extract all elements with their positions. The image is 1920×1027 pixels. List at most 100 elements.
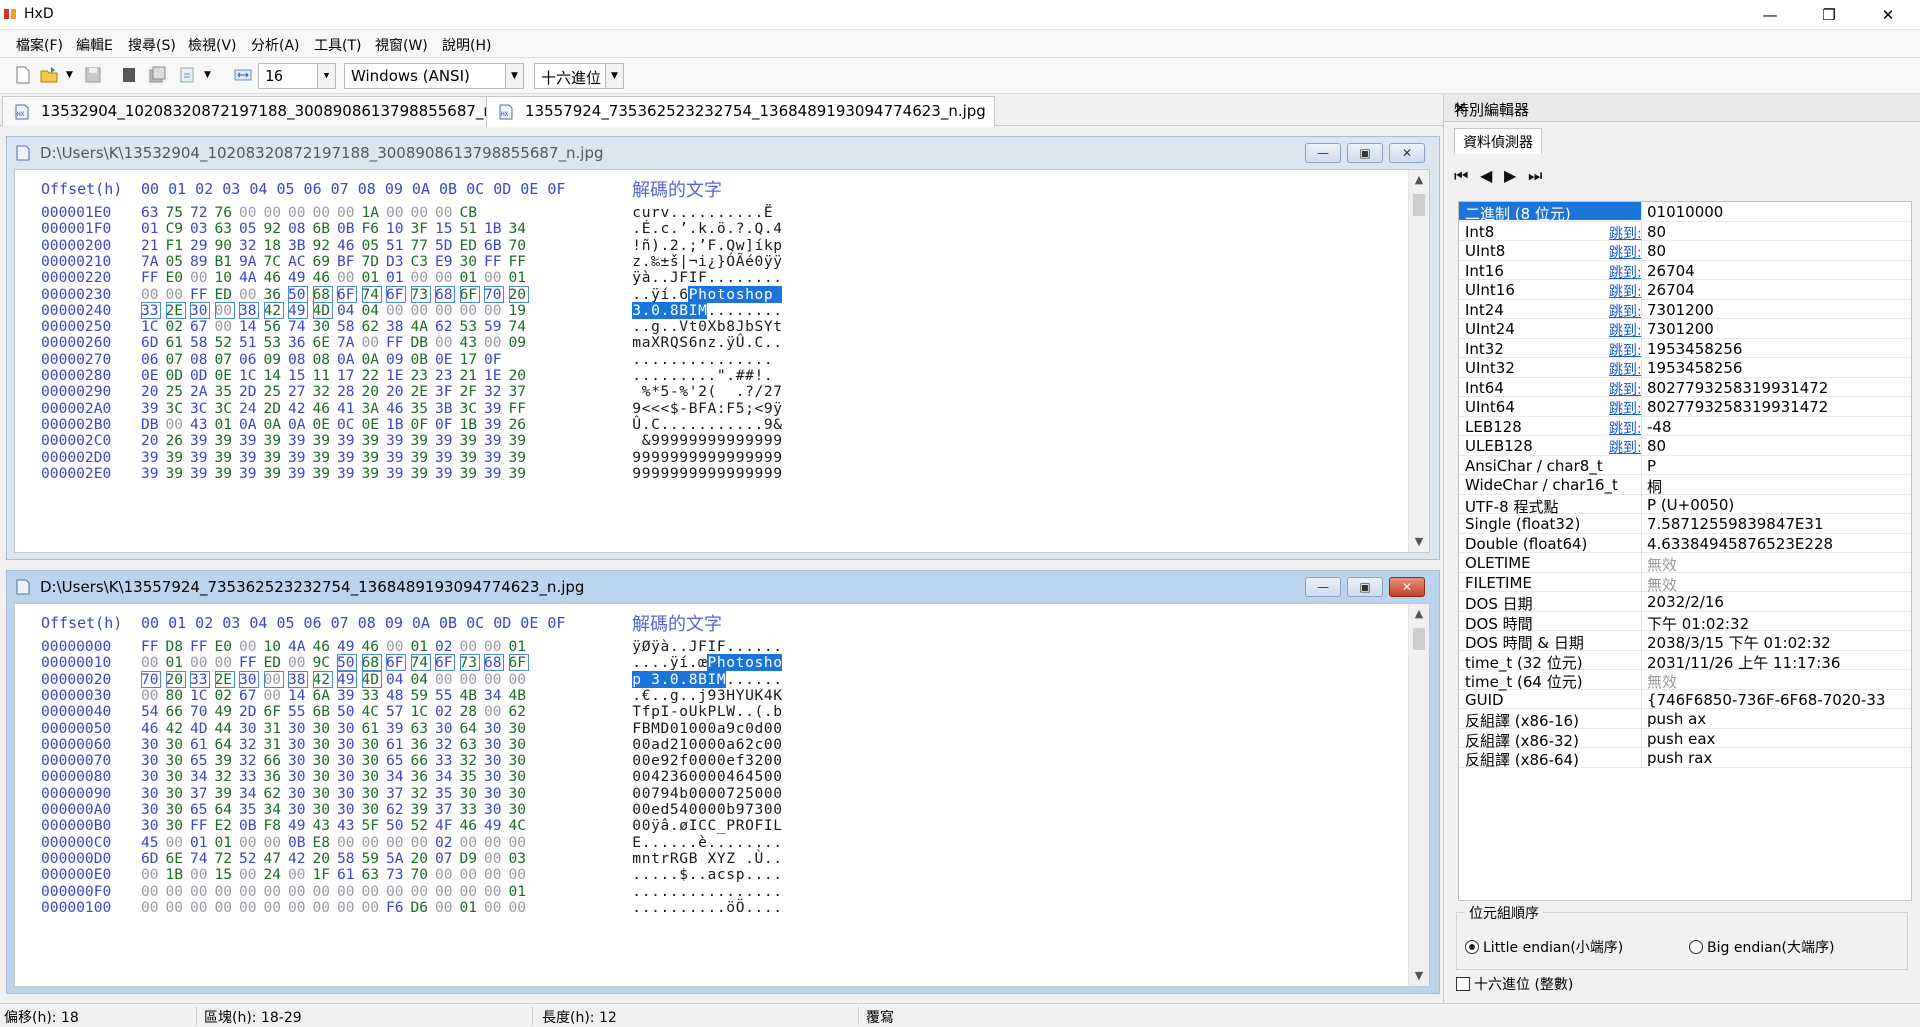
decoded-char[interactable]: m — [632, 850, 641, 867]
hex-byte[interactable]: 58 — [337, 318, 357, 335]
decoded-char[interactable]: . — [726, 269, 735, 286]
decoded-char[interactable]: 9 — [735, 432, 745, 449]
hex-byte[interactable]: 23 — [435, 367, 455, 384]
hex-byte[interactable]: 00 — [288, 899, 308, 916]
inspector-value[interactable]: push rax — [1647, 749, 1909, 767]
decoded-char[interactable]: s — [754, 654, 764, 672]
decoded-char[interactable]: 9 — [632, 465, 641, 482]
decoded-char[interactable]: S — [679, 334, 688, 351]
decoded-char[interactable]: 0 — [717, 736, 726, 753]
hex-byte[interactable]: 62 — [509, 703, 529, 720]
hex-byte[interactable]: 42 — [166, 720, 186, 737]
hex-byte[interactable]: 00 — [239, 899, 259, 916]
decoded-char[interactable]: . — [764, 883, 773, 900]
decoded-char[interactable]: 9 — [717, 432, 726, 449]
hex-byte[interactable]: 34 — [190, 768, 210, 785]
hex-byte[interactable]: 0D — [166, 367, 186, 384]
hex-byte[interactable]: 30 — [313, 752, 333, 769]
decoded-char[interactable]: ; — [688, 237, 698, 254]
decoded-char[interactable]: I — [764, 817, 773, 834]
hex-byte[interactable]: 34 — [435, 768, 455, 785]
hex-byte[interactable]: 39 — [141, 465, 161, 482]
decoded-char[interactable]: . — [745, 866, 754, 883]
hex-byte[interactable]: 2D — [239, 703, 259, 720]
decoded-char[interactable]: . — [688, 899, 698, 916]
decoded-char[interactable]: . — [679, 367, 688, 384]
hex-byte[interactable]: 0A — [362, 351, 382, 368]
decoded-char[interactable]: 2 — [735, 785, 745, 802]
decoded-char[interactable]: 9 — [717, 465, 726, 482]
hex-byte[interactable]: 07 — [215, 351, 235, 368]
decoded-char[interactable]: í — [660, 286, 669, 303]
decoded-char[interactable]: c — [735, 720, 745, 737]
inspector-row[interactable]: Single (float32) 7.58712559839847E31 — [1459, 514, 1911, 534]
inspector-value[interactable]: 1953458256 — [1647, 359, 1909, 377]
hex-byte[interactable]: 20 — [313, 850, 333, 867]
decoded-char[interactable]: . — [735, 834, 745, 851]
decoded-char[interactable]: Ã — [735, 253, 745, 270]
hex-byte[interactable]: 17 — [460, 351, 480, 368]
decoded-char[interactable] — [698, 850, 707, 867]
hex-byte[interactable]: D6 — [411, 899, 431, 916]
decoded-char[interactable]: . — [726, 416, 735, 433]
inspector-row[interactable]: Int64 跳到: 8027793258319931472 — [1459, 377, 1911, 398]
decoded-char[interactable]: . — [670, 416, 679, 433]
decoded-char[interactable]: . — [745, 834, 754, 851]
decoded-char[interactable]: P — [688, 285, 698, 303]
hex-byte[interactable]: 39 — [288, 432, 308, 449]
decoded-char[interactable]: 1 — [679, 720, 688, 737]
hex-byte[interactable]: 63 — [141, 204, 161, 221]
hex-byte[interactable]: 00 — [484, 899, 504, 916]
hex-byte[interactable]: 00 — [239, 204, 259, 221]
decoded-char[interactable]: ñ — [641, 237, 651, 254]
decoded-char[interactable]: D — [660, 720, 669, 737]
decoded-char[interactable]: I — [707, 638, 716, 655]
decoded-char[interactable]: . — [641, 834, 651, 851]
inspector-value[interactable]: 80 — [1647, 223, 1909, 241]
hex-byte[interactable]: 35 — [435, 785, 455, 802]
decoded-char[interactable]: 0 — [632, 801, 641, 818]
hex-byte[interactable]: 1F — [313, 866, 333, 883]
decoded-char[interactable]: F — [698, 638, 707, 655]
hex-byte[interactable]: 1C — [239, 367, 259, 384]
decoded-char[interactable]: € — [641, 687, 651, 704]
hex-byte[interactable]: 74 — [361, 285, 382, 303]
decoded-char[interactable]: ) — [651, 237, 660, 254]
hex-byte[interactable]: 1B — [460, 416, 480, 433]
decoded-char[interactable]: . — [651, 899, 660, 916]
hex-byte[interactable]: 01 — [190, 834, 210, 851]
decoded-char[interactable] — [632, 383, 641, 400]
decoded-char[interactable]: 7 — [745, 801, 754, 818]
hex-byte[interactable]: 30 — [313, 785, 333, 802]
hex-byte[interactable]: 39 — [509, 432, 529, 449]
hex-byte[interactable]: 00 — [509, 899, 529, 916]
hex-byte[interactable]: 02 — [435, 638, 455, 655]
hex-byte[interactable]: 00 — [214, 301, 235, 319]
hex-byte[interactable]: 01 — [386, 269, 406, 286]
decoded-char[interactable]: . — [632, 899, 641, 916]
decoded-char[interactable]: 0 — [698, 785, 707, 802]
next-icon[interactable]: ▶ — [1504, 166, 1516, 185]
little-endian-radio[interactable]: Little endian(小端序) — [1465, 937, 1623, 957]
hex-byte[interactable]: 32 — [460, 752, 480, 769]
hex-byte[interactable]: 5A — [386, 850, 406, 867]
hex-byte[interactable]: 49 — [288, 817, 308, 834]
decoded-char[interactable]: 4 — [745, 768, 754, 785]
decoded-char[interactable]: . — [660, 367, 669, 384]
hex-byte[interactable]: 22 — [362, 367, 382, 384]
decoded-char[interactable]: . — [745, 220, 754, 237]
hex-byte[interactable]: 00 — [141, 687, 161, 704]
hex-byte[interactable]: 30 — [484, 720, 504, 737]
hex-byte[interactable]: 66 — [411, 752, 431, 769]
hex-byte[interactable]: 00 — [215, 318, 235, 335]
decoded-char[interactable]: 0 — [632, 768, 641, 785]
hex-byte[interactable]: 3F — [435, 383, 455, 400]
decoded-char[interactable]: . — [688, 204, 698, 221]
hex-byte[interactable]: 39 — [288, 465, 308, 482]
hex-byte[interactable]: 01 — [509, 638, 529, 655]
hex-byte[interactable]: 32 — [239, 736, 259, 753]
decoded-char[interactable]: . — [707, 220, 716, 237]
decoded-char[interactable] — [773, 285, 783, 303]
decoded-char[interactable]: . — [726, 220, 735, 237]
decoded-char[interactable]: . — [670, 204, 679, 221]
